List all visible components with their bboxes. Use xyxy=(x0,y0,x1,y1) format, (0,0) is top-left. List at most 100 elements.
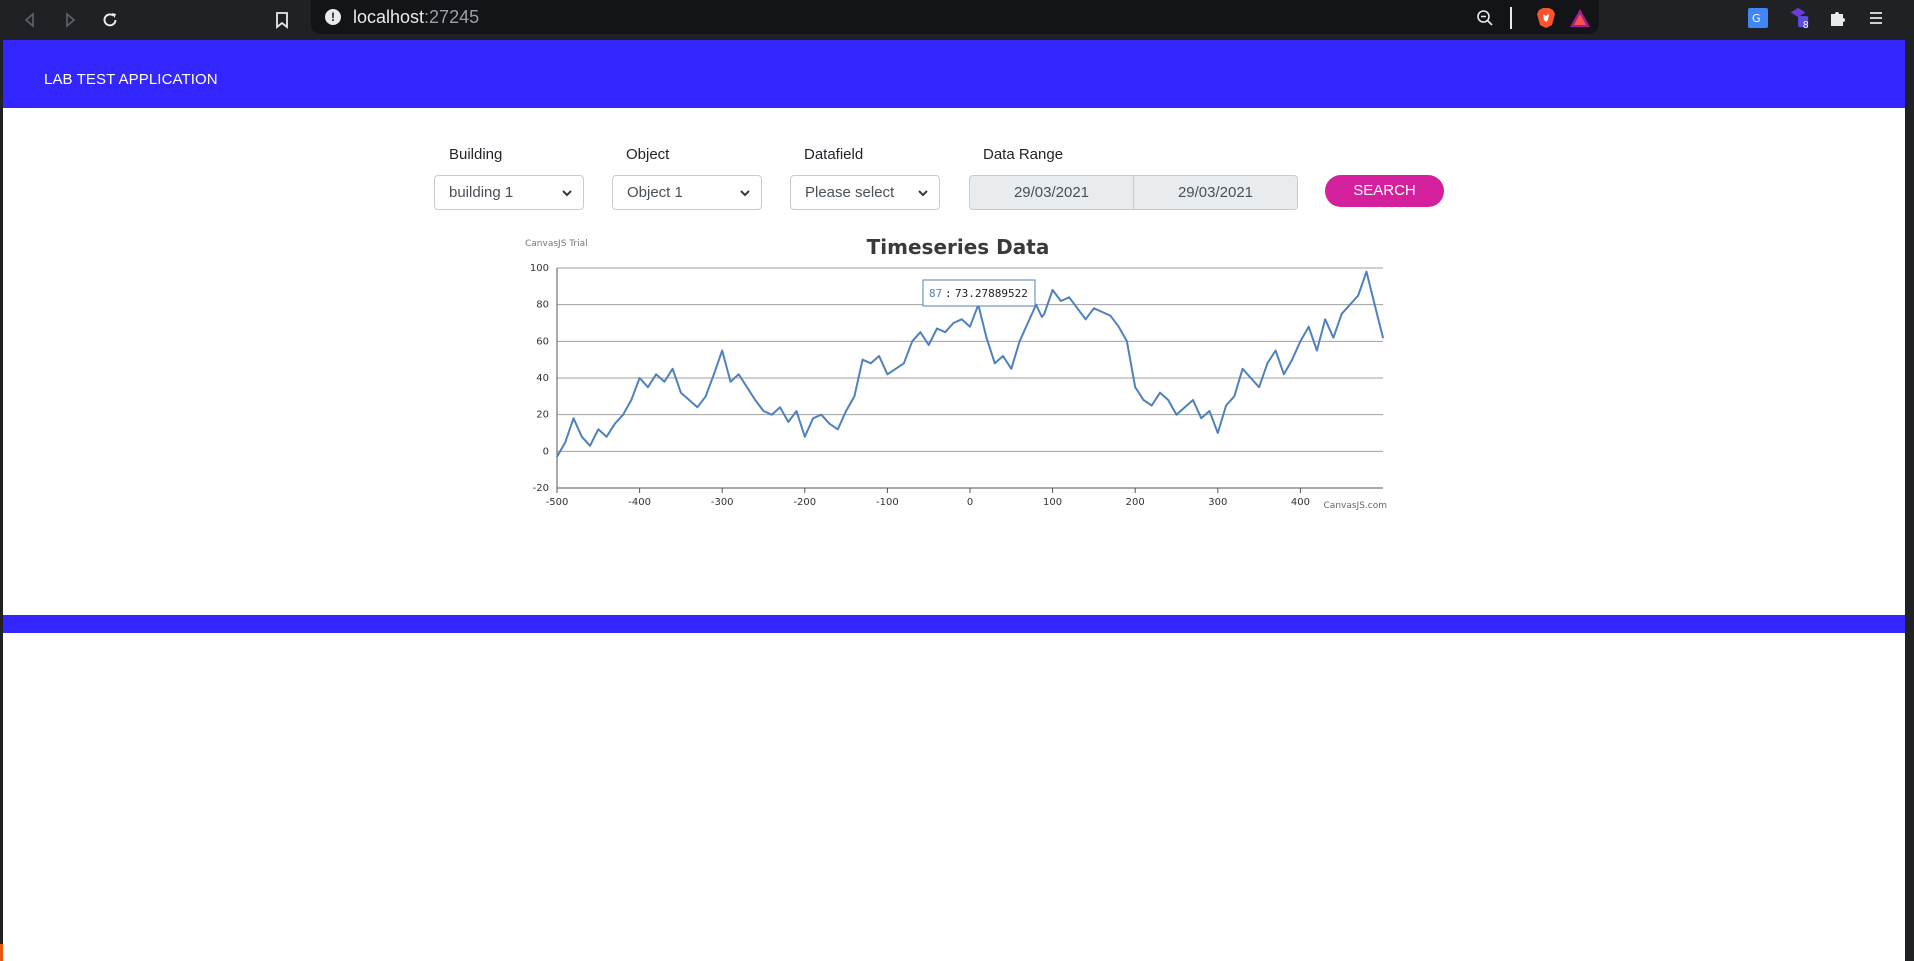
chart-data-point xyxy=(1035,303,1037,306)
date-range-label: Data Range xyxy=(983,146,1064,163)
chart-data-point xyxy=(1076,307,1079,310)
chart-data-point xyxy=(936,327,938,330)
chart-data-point xyxy=(622,413,624,416)
chart-x-tick-label: -500 xyxy=(546,497,569,508)
forward-button[interactable] xyxy=(54,4,86,36)
extension-icon[interactable]: 8 xyxy=(1787,6,1811,31)
menu-icon[interactable] xyxy=(1864,6,1888,30)
chart-data-point xyxy=(1043,313,1046,315)
chart-data-point xyxy=(1283,373,1285,376)
chart-data-point xyxy=(1324,318,1326,321)
url-text: localhost:27245 xyxy=(353,7,480,27)
chart-x-tick-label: -200 xyxy=(793,497,816,508)
chart-data-point xyxy=(581,435,583,438)
chart-data-point xyxy=(721,349,723,352)
chart-data-point xyxy=(713,373,715,376)
chart-y-tick-label: -20 xyxy=(533,483,549,494)
chart-data-point xyxy=(828,423,831,425)
object-label: Object xyxy=(626,146,670,163)
chart-data-point xyxy=(985,336,988,339)
chart-data-point xyxy=(903,362,905,365)
chart-data-point xyxy=(1340,313,1343,315)
chart-data-point xyxy=(1382,336,1384,339)
chart-data-point xyxy=(556,456,558,458)
date-from-input[interactable]: 29/03/2021 xyxy=(969,175,1134,210)
chart-x-tick-label: 300 xyxy=(1208,497,1227,508)
chart-data-point xyxy=(1291,358,1293,361)
chart-data-point xyxy=(1159,391,1161,394)
chevron-down-icon xyxy=(918,190,928,197)
address-bar[interactable]: ! localhost:27245 xyxy=(311,0,1599,34)
chart-data-point xyxy=(1126,340,1128,343)
chart-data-point xyxy=(1225,404,1227,407)
chart-tooltip-value: 73.27889522 xyxy=(955,287,1028,300)
chart-data-point xyxy=(647,386,649,388)
chart-data-point xyxy=(1068,296,1070,299)
chart-credit: CanvasJS.com xyxy=(1324,501,1387,511)
chart-data-point xyxy=(837,428,839,431)
chart-data-point xyxy=(1241,368,1244,370)
site-info-icon[interactable]: ! xyxy=(325,9,341,25)
chart-data-point xyxy=(680,391,682,394)
date-to-input[interactable]: 29/03/2021 xyxy=(1133,175,1298,210)
brave-rewards-icon[interactable] xyxy=(1568,6,1592,30)
brave-shield-icon[interactable] xyxy=(1534,6,1558,30)
timeseries-chart[interactable]: CanvasJS Trial Timeseries Data-2002040608… xyxy=(503,230,1403,560)
chart-x-tick-label: 0 xyxy=(967,497,973,508)
building-select-value: building 1 xyxy=(449,184,514,201)
back-arrow-icon xyxy=(24,12,34,28)
chart-data-point xyxy=(927,344,930,346)
datafield-select[interactable]: Please select xyxy=(790,175,940,210)
chart-data-point xyxy=(1084,318,1087,321)
chart-data-point xyxy=(1134,386,1136,388)
bookmark-button[interactable] xyxy=(266,4,298,36)
chart-data-point xyxy=(614,423,616,425)
chart-x-tick-label: -100 xyxy=(876,497,899,508)
app-title: LAB TEST APPLICATION xyxy=(44,71,218,88)
chart-data-point xyxy=(804,435,806,438)
app-header: LAB TEST APPLICATION xyxy=(3,40,1905,108)
scrollbar[interactable] xyxy=(1905,40,1914,961)
bookmark-icon xyxy=(276,12,288,29)
reload-button[interactable] xyxy=(94,4,126,36)
datafield-select-value: Please select xyxy=(805,184,895,201)
datafield-label: Datafield xyxy=(804,146,864,163)
chart-data-point xyxy=(564,441,567,443)
building-label: Building xyxy=(449,146,503,163)
chart-data-point xyxy=(638,377,641,379)
chart-data-point xyxy=(1274,349,1277,352)
object-select-value: Object 1 xyxy=(627,184,683,201)
search-button[interactable]: SEARCH xyxy=(1325,175,1444,207)
chart-data-point xyxy=(655,373,657,376)
chart-data-point xyxy=(886,373,889,376)
chevron-down-icon xyxy=(740,190,750,197)
chart-data-point xyxy=(787,421,790,423)
chart-data-point xyxy=(1018,340,1021,343)
chart-data-point xyxy=(1208,410,1211,412)
footer-bar xyxy=(3,615,1905,633)
object-select[interactable]: Object 1 xyxy=(612,175,762,210)
translate-extension-icon[interactable]: G xyxy=(1746,6,1770,30)
chart-data-point xyxy=(1051,289,1054,291)
chart-data-point xyxy=(1200,417,1203,420)
chart-data-point xyxy=(1109,314,1112,317)
chart-data-point xyxy=(894,368,897,370)
chart-data-point xyxy=(1002,355,1004,357)
chart-data-point xyxy=(762,410,765,412)
chart-data-point xyxy=(845,410,847,412)
chart-data-point xyxy=(820,413,823,416)
chart-x-tick-label: 100 xyxy=(1043,497,1062,508)
back-button[interactable] xyxy=(14,4,46,36)
chart-data-point xyxy=(1041,316,1043,318)
extensions-puzzle-icon[interactable] xyxy=(1826,6,1850,30)
chart-tooltip-separator: : xyxy=(945,287,952,300)
chart-data-point xyxy=(1027,322,1029,324)
chart-data-point xyxy=(1266,362,1269,365)
chart-data-point xyxy=(853,395,856,398)
chart-data-point xyxy=(994,362,996,365)
zoom-out-icon[interactable] xyxy=(1473,6,1497,30)
chart-data-point xyxy=(754,399,756,401)
building-select[interactable]: building 1 xyxy=(434,175,584,210)
chart-y-tick-label: 100 xyxy=(530,263,549,274)
chart-data-point xyxy=(771,413,773,416)
